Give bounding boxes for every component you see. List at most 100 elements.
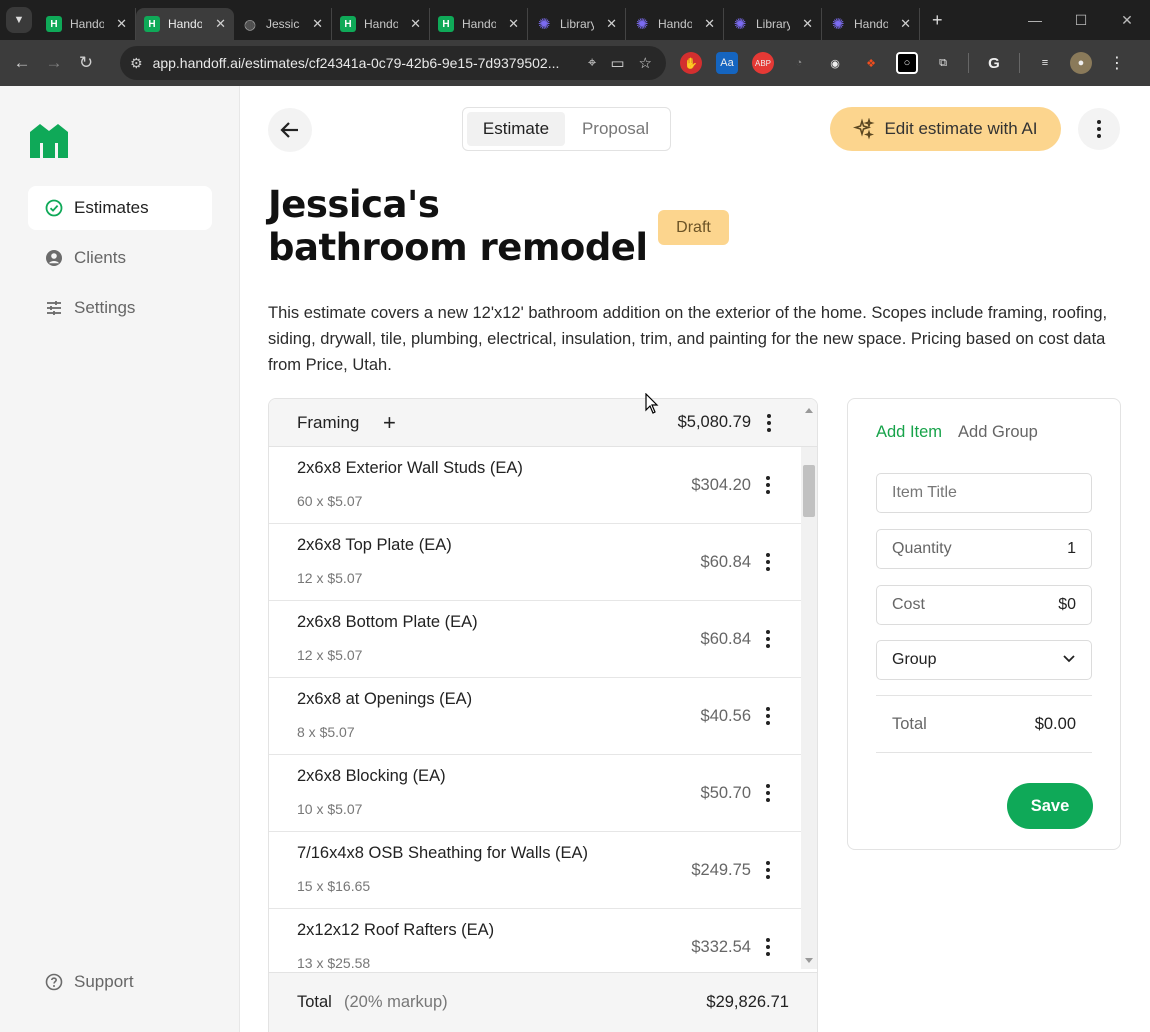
location-icon[interactable]: ⌖ [588,54,596,72]
camera-extension-icon[interactable]: ◉ [824,52,846,74]
table-row[interactable]: 7/16x4x8 OSB Sheathing for Walls (EA) 15 … [269,832,801,909]
cost-label: Cost [892,596,925,613]
group-select[interactable]: Group [876,640,1092,680]
kebab-menu-icon [1091,118,1107,140]
profile-avatar-icon[interactable]: ● [1070,52,1092,74]
site-info-icon[interactable]: ⚙ [130,55,143,72]
edit-with-ai-button[interactable]: Edit estimate with AI [830,107,1061,151]
form-tabs: Add Item Add Group [876,423,1038,442]
media-queue-icon[interactable]: ≡ [1034,52,1056,74]
form-total-label: Total [892,714,927,733]
table-row[interactable]: 2x6x8 at Openings (EA) 8 x $5.07 $40.56 [269,678,801,755]
table-row[interactable]: 2x6x8 Top Plate (EA) 12 x $5.07 $60.84 [269,524,801,601]
more-options-button[interactable] [1078,108,1120,150]
table-row[interactable]: 2x6x8 Exterior Wall Studs (EA) 60 x $5.07… [269,447,801,524]
tab-proposal[interactable]: Proposal [565,112,666,146]
scroll-up-arrow[interactable] [805,408,813,413]
minimize-button[interactable]: — [1012,12,1058,28]
tab-add-item[interactable]: Add Item [876,423,942,442]
line-item-amount: $60.84 [700,553,751,571]
close-tab-icon[interactable]: ✕ [116,16,127,32]
total-label: Total [297,993,332,1011]
handoff-logo-icon[interactable] [28,120,70,160]
bookmark-star-icon[interactable]: ☆ [639,54,652,72]
close-tab-icon[interactable]: ✕ [704,16,715,32]
browser-tab[interactable]: ✺ Library ✕ [528,8,626,40]
line-item-name: 2x6x8 Bottom Plate (EA) [297,613,478,631]
save-button[interactable]: Save [1007,783,1093,829]
close-tab-icon[interactable]: ✕ [215,16,226,32]
line-item-menu-icon[interactable] [760,628,776,650]
item-title-field[interactable] [876,473,1092,513]
browser-tab[interactable]: ✺ Handoff ✕ [626,8,724,40]
item-title-input[interactable] [892,484,1076,502]
close-tab-icon[interactable]: ✕ [410,16,421,32]
line-item-menu-icon[interactable] [760,474,776,496]
back-nav-button[interactable]: ← [6,53,38,73]
close-tab-icon[interactable]: ✕ [802,16,813,32]
tab-search-button[interactable]: ▼ [6,7,32,33]
forward-nav-button[interactable]: → [38,53,70,73]
stop-hand-extension-icon[interactable]: ✋ [680,52,702,74]
close-tab-icon[interactable]: ✕ [606,16,617,32]
dictionary-extension-icon[interactable]: Aa [716,52,738,74]
sidebar-item-estimates[interactable]: Estimates [28,186,212,230]
total-amount: $29,826.71 [706,993,789,1011]
line-item-amount: $50.70 [700,784,751,802]
sidebar-item-settings[interactable]: Settings [28,286,212,330]
close-tab-icon[interactable]: ✕ [312,16,323,32]
window-controls: — ☐ ✕ [1012,0,1150,40]
browser-menu-icon[interactable]: ⋮ [1106,52,1128,74]
scroll-down-arrow[interactable] [805,958,813,963]
toolbar-divider [968,53,969,73]
tab-estimate[interactable]: Estimate [467,112,565,146]
estimate-total-bar: Total (20% markup) $29,826.71 [269,972,817,1032]
scrollbar-thumb[interactable] [803,465,815,517]
browser-tab[interactable]: H Handoff ✕ [430,8,528,40]
back-button[interactable] [268,108,312,152]
reload-button[interactable]: ↻ [70,53,102,73]
figma-extension-icon[interactable]: ❖ [860,52,882,74]
close-tab-icon[interactable]: ✕ [900,16,911,32]
line-item-menu-icon[interactable] [760,551,776,573]
browser-tab[interactable]: ✺ Library ✕ [724,8,822,40]
line-item-menu-icon[interactable] [760,936,776,958]
group-header: Framing + $5,080.79 [269,399,817,447]
tab-add-group[interactable]: Add Group [958,423,1038,442]
form-total-value: $0.00 [1034,714,1076,733]
line-items-scrollbar[interactable] [801,408,817,969]
browser-tab[interactable]: H Handoff ✕ [38,8,136,40]
cost-value[interactable]: $0 [1058,596,1076,614]
sidebar-item-clients[interactable]: Clients [28,236,212,280]
address-bar[interactable]: ⚙ app.handoff.ai/estimates/cf24341a-0c79… [120,46,666,80]
cost-field[interactable]: Cost $0 [876,585,1092,625]
close-tab-icon[interactable]: ✕ [508,16,519,32]
sidebar-item-support[interactable]: Support [28,960,212,1004]
adblock-extension-icon[interactable]: ABP [752,52,774,74]
browser-tab[interactable]: ✺ Handoff ✕ [822,8,920,40]
table-row[interactable]: 2x6x8 Blocking (EA) 10 x $5.07 $50.70 [269,755,801,832]
puzzle-extensions-icon[interactable]: ⧉ [932,52,954,74]
line-item-menu-icon[interactable] [760,705,776,727]
circle-extension-icon[interactable]: ○ [896,52,918,74]
google-icon[interactable]: G [983,52,1005,74]
close-window-button[interactable]: ✕ [1104,12,1150,29]
table-row[interactable]: 2x6x8 Bottom Plate (EA) 12 x $5.07 $60.84 [269,601,801,678]
add-to-group-button[interactable]: + [383,411,396,434]
line-item-menu-icon[interactable] [760,859,776,881]
status-badge: Draft [658,210,729,245]
quantity-value[interactable]: 1 [1067,540,1076,558]
browser-tab[interactable]: H Handoff ✕ [332,8,430,40]
group-menu-icon[interactable] [761,412,777,434]
install-app-icon[interactable]: ▭ [610,54,624,72]
maximize-button[interactable]: ☐ [1058,12,1104,29]
line-item-menu-icon[interactable] [760,782,776,804]
browser-tab[interactable]: H Handoff ✕ [136,8,234,40]
timer-extension-icon[interactable]: ◔ [788,52,810,74]
line-item-amount: $249.75 [691,861,751,879]
quantity-field[interactable]: Quantity 1 [876,529,1092,569]
browser-tab[interactable]: ◍ Jessica ✕ [234,8,332,40]
new-tab-button[interactable]: + [932,10,943,31]
sidebar-item-label: Clients [74,248,126,267]
add-item-form: Add Item Add Group Quantity 1 Cost $0 Gr… [847,398,1121,850]
